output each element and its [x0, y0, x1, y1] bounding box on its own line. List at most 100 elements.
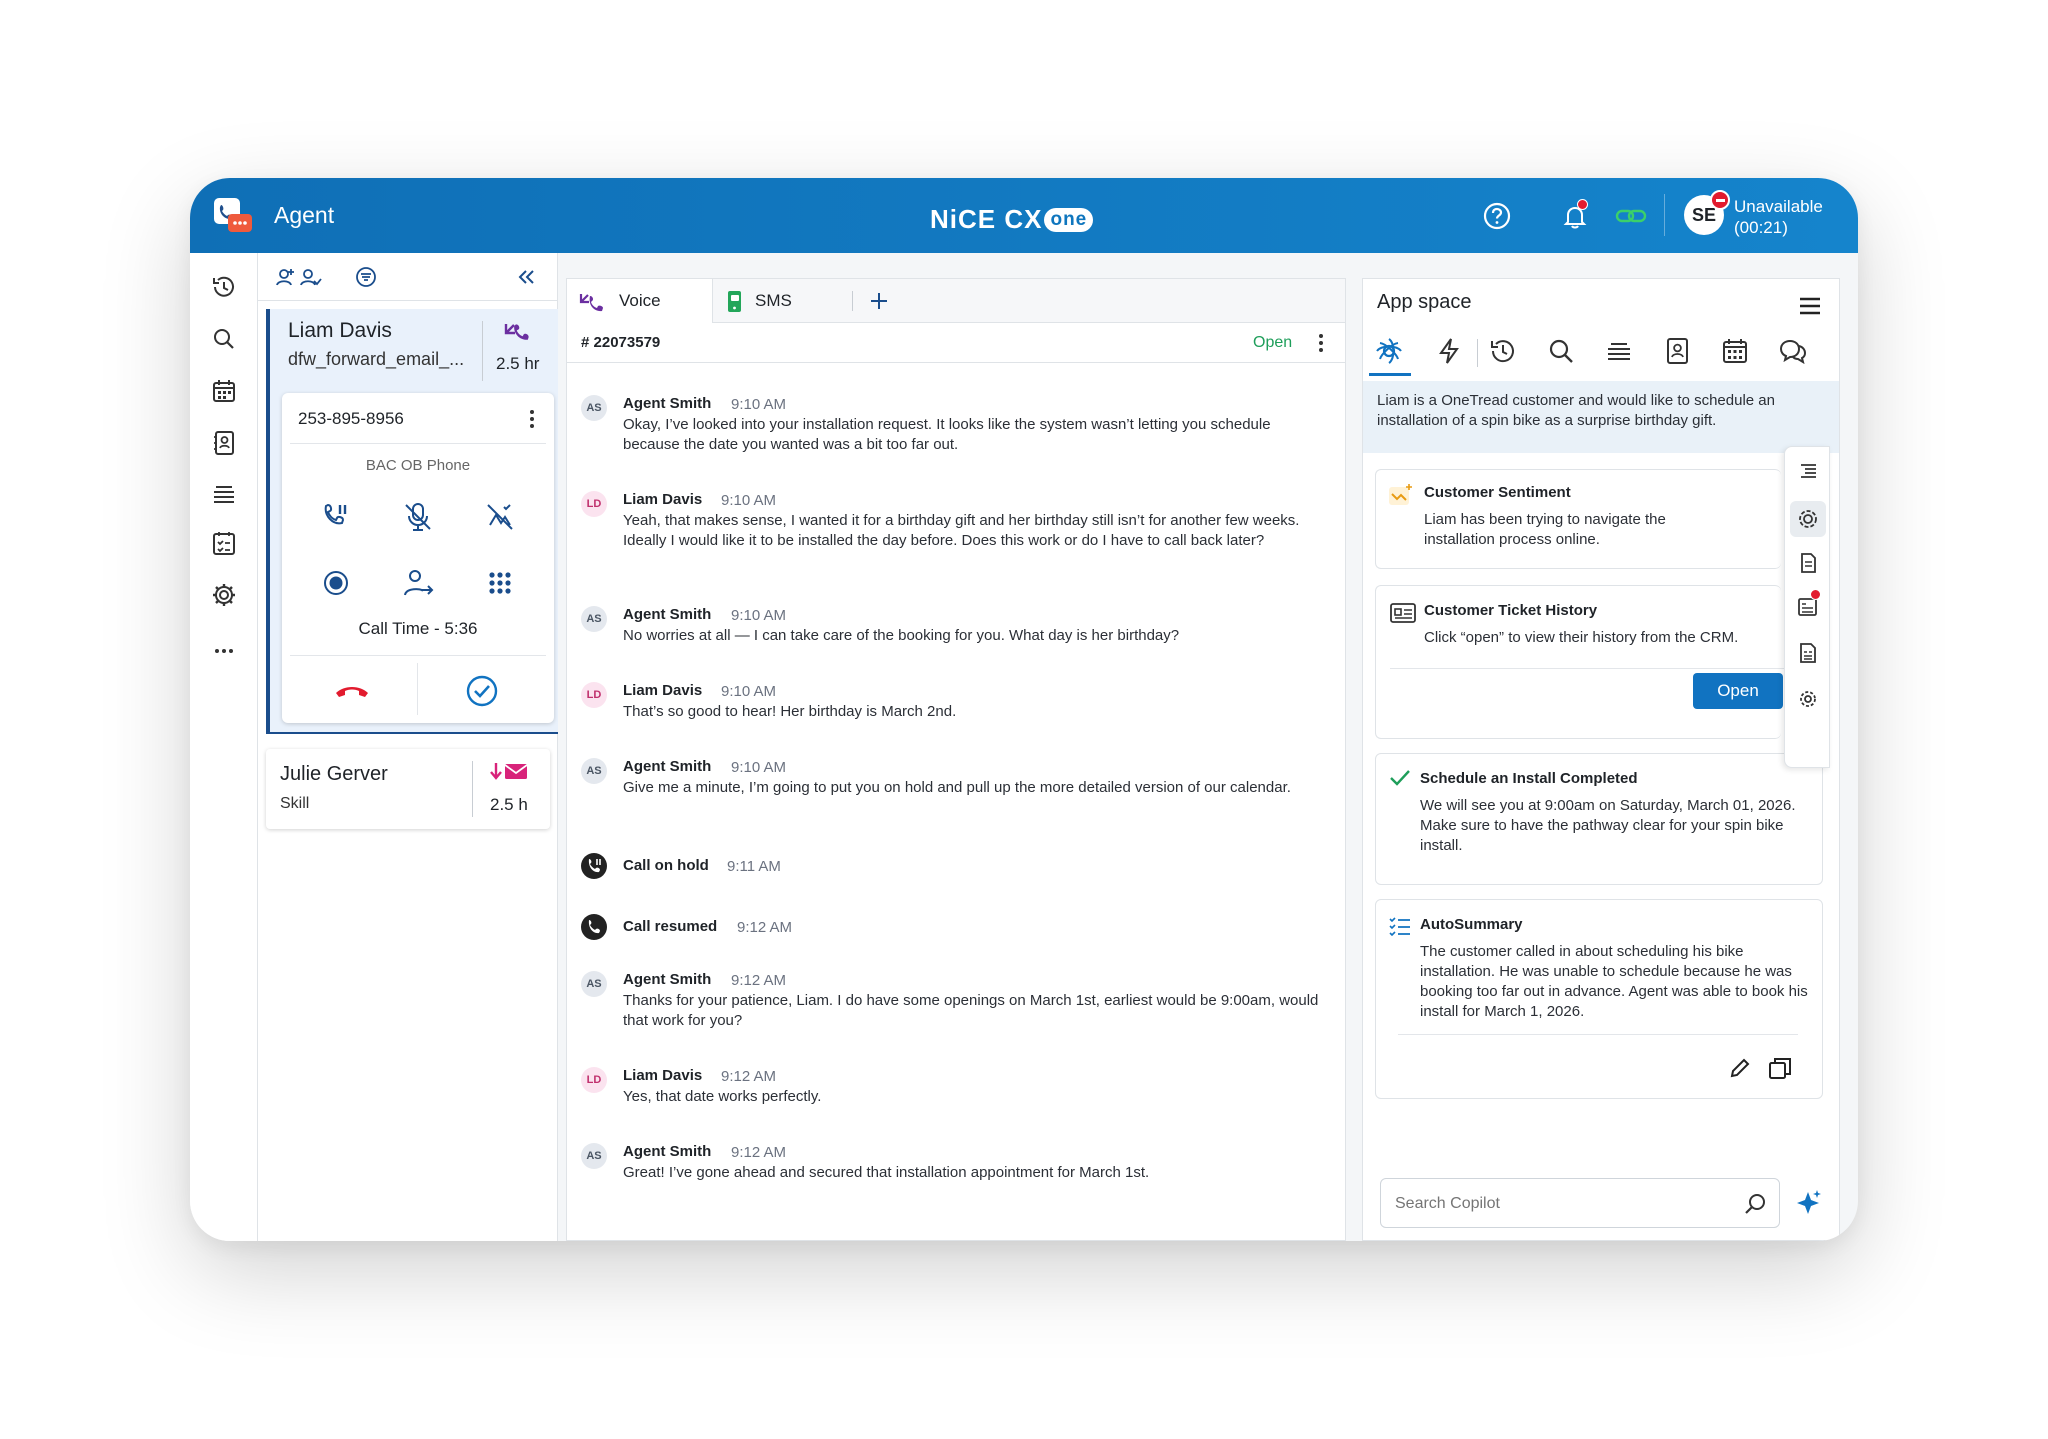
search-icon[interactable] [210, 325, 238, 353]
agent-status[interactable]: Unavailable (00:21) [1734, 196, 1823, 238]
tab-sms[interactable]: SMS [713, 279, 853, 323]
schedule-checklist-icon[interactable] [210, 529, 238, 557]
history-icon[interactable] [210, 273, 238, 301]
contacts-book-icon[interactable] [1661, 335, 1693, 367]
calendar-icon[interactable] [1719, 335, 1751, 367]
contact-skill: dfw_forward_email_... [288, 349, 465, 369]
customer-avatar: LD [581, 491, 607, 517]
ticket-history-title: Customer Ticket History [1424, 602, 1598, 619]
ticket-history-text: Click “open” to view their history from … [1424, 629, 1739, 646]
copy-icon[interactable] [1766, 1054, 1794, 1082]
calendar-icon[interactable] [210, 377, 238, 405]
search-copilot-input[interactable] [1395, 1191, 1715, 1217]
collapse-panel-icon[interactable] [514, 265, 538, 289]
divider [290, 655, 546, 656]
connection-link-icon[interactable] [1614, 201, 1650, 231]
search-icon[interactable] [1545, 335, 1577, 367]
message-time: 9:12 AM [731, 972, 787, 989]
copilot-sparkle-icon[interactable] [1794, 1188, 1824, 1218]
message-text: Great! I’ve gone ahead and secured that … [623, 1164, 1150, 1181]
mute-microphone-icon[interactable] [400, 499, 436, 535]
message-text: Give me a minute, I’m going to put you o… [623, 779, 1291, 796]
kebab-menu-icon[interactable] [522, 407, 542, 431]
message-time: 9:10 AM [721, 492, 777, 509]
ticket-id: # 22073579 [581, 334, 661, 351]
search-icon[interactable] [1743, 1191, 1769, 1217]
customer-context-banner: Liam is a OneTread customer and would li… [1363, 381, 1839, 453]
active-contact-card[interactable]: Liam Davis dfw_forward_email_... 2.5 hr … [266, 309, 558, 734]
settings-gear-icon[interactable] [210, 581, 238, 609]
tab-voice[interactable]: Voice [567, 279, 713, 323]
event-time: 9:12 AM [737, 919, 793, 936]
summary-text: The customer called in about scheduling … [1420, 943, 1808, 1020]
customer-avatar: LD [581, 1067, 607, 1093]
sentiment-text: Liam has been trying to navigate the ins… [1424, 511, 1666, 548]
contact-name: Liam Davis [288, 319, 392, 342]
copilot-icon[interactable] [1373, 335, 1405, 367]
message-time: 9:12 AM [731, 1144, 787, 1161]
queued-contact-card[interactable]: Julie Gerver Skill 2.5 h [266, 749, 550, 829]
add-user-icon[interactable] [274, 265, 324, 291]
message-text: Thanks for your patience, Liam. I do hav… [623, 992, 1319, 1029]
tab-sms-label: SMS [755, 291, 792, 310]
queue-list-icon[interactable] [210, 479, 238, 507]
complete-checkmark-icon[interactable] [464, 673, 500, 709]
call-timer: Call Time - 5:36 [358, 619, 478, 638]
agent-avatar: AS [581, 606, 607, 632]
message-text: Yes, that date works perfectly. [623, 1088, 822, 1105]
status-label: Unavailable [1734, 197, 1823, 216]
notifications-bell-icon[interactable] [1560, 199, 1590, 231]
divider [1398, 1034, 1798, 1035]
contact-duration: 2.5 h [490, 795, 528, 814]
contact-skill: Skill [280, 795, 310, 812]
gear-icon[interactable] [1796, 687, 1820, 711]
divider [1390, 668, 1820, 669]
hamburger-menu-icon[interactable] [1795, 291, 1825, 321]
status-timer: (00:21) [1734, 218, 1788, 237]
sms-phone-icon [725, 288, 745, 314]
message-time: 9:10 AM [721, 683, 777, 700]
divider [852, 291, 853, 311]
transfer-user-icon[interactable] [400, 565, 436, 601]
divider [1664, 194, 1665, 236]
ticket-bar: # 22073579 Open [567, 323, 1345, 363]
customer-sentiment-card: Customer Sentiment Liam has been trying … [1375, 469, 1781, 569]
copilot-settings-icon[interactable] [1790, 501, 1826, 537]
message-time: 9:12 AM [721, 1068, 777, 1085]
agent-avatar: AS [581, 758, 607, 784]
sentiment-title: Customer Sentiment [1424, 484, 1571, 501]
lightning-icon[interactable] [1433, 335, 1465, 367]
contacts-book-icon[interactable] [210, 429, 238, 457]
chat-bubbles-icon[interactable] [1777, 335, 1809, 367]
app-space-side-toolbar [1784, 446, 1830, 768]
sender-name: Agent Smith [623, 971, 712, 988]
help-icon[interactable] [1482, 201, 1512, 231]
add-tab-plus-icon[interactable] [867, 289, 891, 313]
sender-name: Agent Smith [623, 758, 712, 775]
outline-list-icon[interactable] [1796, 459, 1820, 483]
hold-call-icon[interactable] [318, 499, 354, 535]
more-options-icon[interactable] [210, 637, 238, 665]
document-icon[interactable] [1796, 551, 1820, 575]
search-copilot-field[interactable] [1380, 1178, 1780, 1228]
event-label: Call on hold [623, 857, 709, 874]
record-icon[interactable] [318, 565, 354, 601]
contact-name: Julie Gerver [280, 763, 388, 785]
mask-call-icon[interactable] [482, 499, 518, 535]
kebab-menu-icon[interactable] [1311, 331, 1331, 355]
message-text: No worries at all — I can take care of t… [623, 627, 1180, 644]
message-time: 9:10 AM [731, 607, 787, 624]
queue-list-icon[interactable] [1603, 335, 1635, 367]
open-crm-button[interactable]: Open [1693, 673, 1783, 709]
user-avatar[interactable]: SE [1684, 190, 1730, 235]
report-icon[interactable] [1796, 641, 1820, 665]
channel-tabs: Voice SMS [567, 279, 1345, 323]
customer-avatar: LD [581, 682, 607, 708]
filter-icon[interactable] [354, 265, 378, 289]
end-call-icon[interactable] [332, 673, 372, 709]
dialpad-icon[interactable] [482, 565, 518, 601]
history-icon[interactable] [1487, 335, 1519, 367]
left-nav-rail [190, 253, 258, 1241]
ticket-notes-icon[interactable] [1796, 589, 1821, 619]
edit-pencil-icon[interactable] [1728, 1056, 1752, 1080]
